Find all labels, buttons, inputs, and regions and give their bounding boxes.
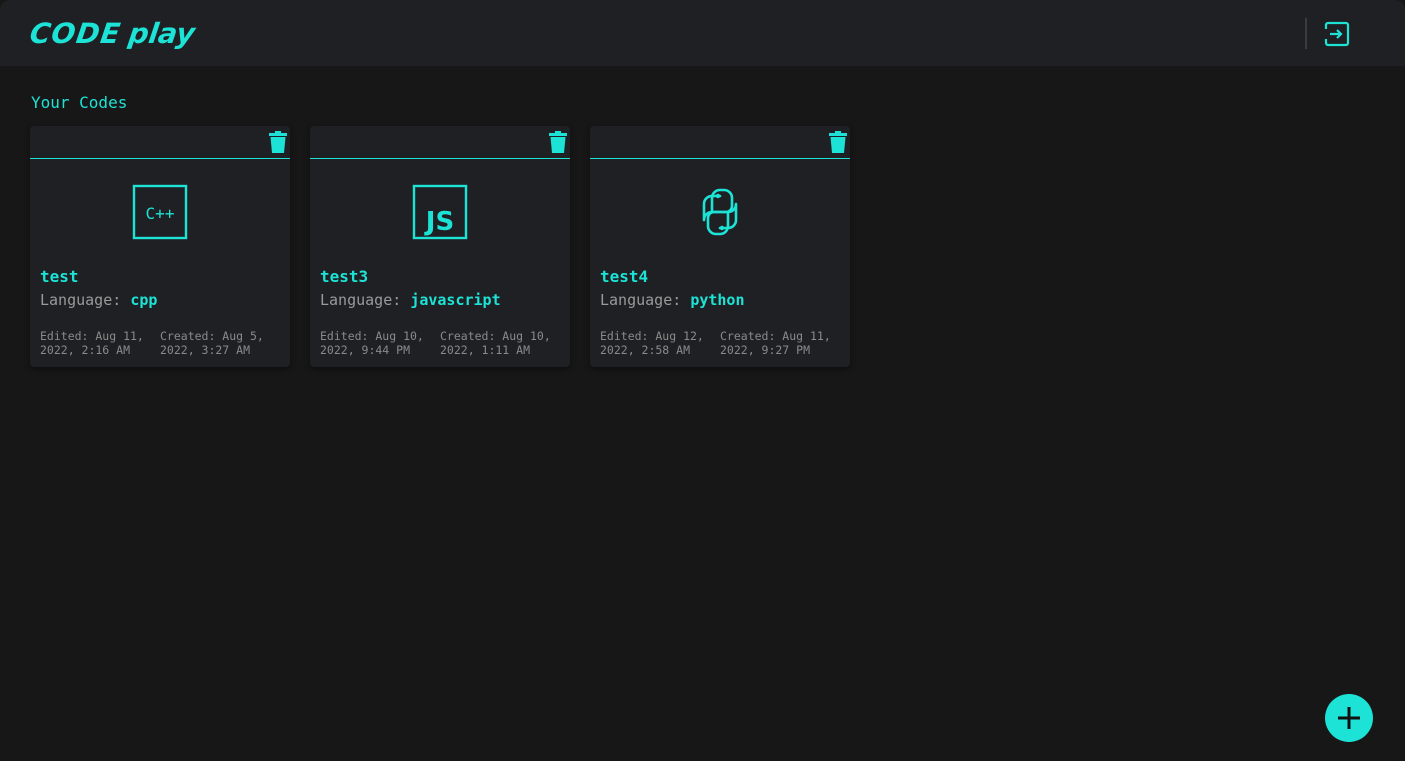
trash-icon[interactable] (549, 131, 567, 153)
language-value: javascript (410, 291, 501, 309)
app-window: CODE play Your Codes C++ test Language: … (0, 0, 1405, 761)
plus-icon (1338, 707, 1360, 729)
app-logo[interactable]: CODE play (28, 17, 197, 51)
javascript-icon: JS (412, 184, 468, 240)
card-header (30, 126, 290, 159)
card-language: Language: cpp (40, 290, 157, 310)
language-value: cpp (130, 291, 158, 309)
python-icon (702, 188, 738, 236)
edited-date: Edited: Aug 10, 2022, 9:44 PM (320, 329, 424, 357)
created-date: Created: Aug 11, 2022, 9:27 PM (720, 329, 831, 357)
code-card[interactable]: test4 Language: python Edited: Aug 12, 2… (590, 126, 850, 367)
edited-date: Edited: Aug 12, 2022, 2:58 AM (600, 329, 704, 357)
language-label: Language: (320, 291, 402, 309)
javascript-icon-text: JS (424, 207, 454, 237)
trash-icon[interactable] (269, 131, 287, 153)
card-language: Language: python (600, 290, 745, 310)
logo-play-text: play (126, 17, 198, 50)
add-code-button[interactable] (1325, 694, 1373, 742)
card-language: Language: javascript (320, 290, 501, 310)
section-title-your-codes: Your Codes (31, 93, 128, 112)
card-title: test (40, 267, 79, 286)
card-header (590, 126, 850, 159)
code-card[interactable]: C++ test Language: cpp Edited: Aug 11, 2… (30, 126, 290, 367)
language-label: Language: (40, 291, 122, 309)
language-value: python (690, 291, 745, 309)
logout-icon (1324, 21, 1350, 47)
card-title: test3 (320, 267, 369, 286)
logo-code-text: CODE (27, 17, 124, 50)
card-header (310, 126, 570, 159)
code-card[interactable]: JS test3 Language: javascript Edited: Au… (310, 126, 570, 367)
cpp-icon-text: C++ (146, 204, 175, 223)
trash-icon[interactable] (829, 131, 847, 153)
card-title: test4 (600, 267, 649, 286)
header-divider (1305, 18, 1307, 49)
logout-button[interactable] (1324, 21, 1350, 47)
cpp-icon: C++ (132, 184, 188, 240)
language-label: Language: (600, 291, 682, 309)
edited-date: Edited: Aug 11, 2022, 2:16 AM (40, 329, 144, 357)
created-date: Created: Aug 10, 2022, 1:11 AM (440, 329, 551, 357)
top-bar: CODE play (0, 0, 1405, 66)
created-date: Created: Aug 5, 2022, 3:27 AM (160, 329, 264, 357)
